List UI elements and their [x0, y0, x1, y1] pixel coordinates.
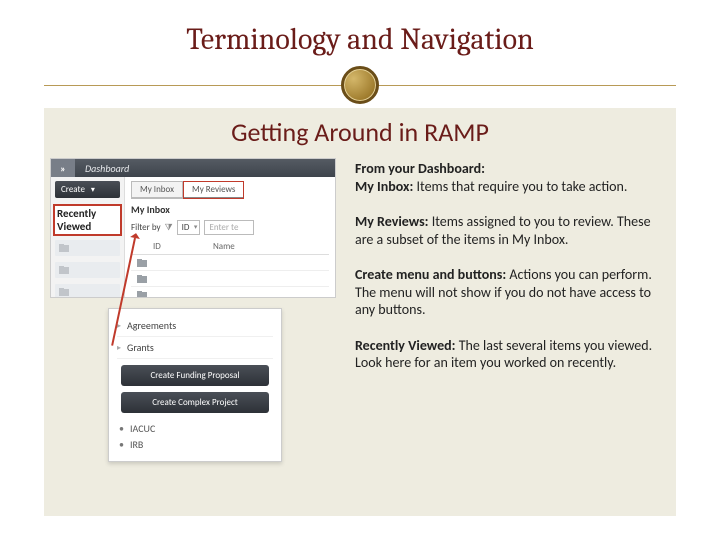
menu-cat-label: Agreements	[127, 319, 176, 332]
main-area: My Inbox My Reviews My Inbox Filter by ⧩…	[125, 177, 335, 297]
illustration-column: » Dashboard Create Recently Viewed	[50, 158, 345, 462]
expand-icon[interactable]: »	[51, 159, 75, 177]
menu-item-irb[interactable]: IRB	[117, 435, 273, 451]
create-button[interactable]: Create	[55, 181, 120, 198]
create-menu-screenshot: Agreements Grants Create Funding Proposa…	[108, 308, 282, 462]
para-create-menu: Create menu and buttons: Actions you can…	[355, 266, 656, 319]
para-key: Create menu and buttons:	[355, 266, 506, 283]
table-row[interactable]	[131, 255, 329, 271]
inbox-heading: My Inbox	[131, 203, 329, 216]
menu-item-label: IRB	[130, 438, 143, 451]
folder-icon	[136, 290, 148, 299]
topbar-dashboard[interactable]: Dashboard	[75, 162, 139, 175]
create-funding-proposal-button[interactable]: Create Funding Proposal	[121, 365, 269, 386]
folder-icon	[136, 274, 148, 284]
topbar: » Dashboard	[51, 159, 335, 177]
create-complex-project-button[interactable]: Create Complex Project	[121, 392, 269, 413]
table-row[interactable]	[131, 271, 329, 287]
para-recently-viewed: Recently Viewed: The last several items …	[355, 337, 656, 372]
divider	[44, 65, 676, 105]
text-column: From your Dashboard: My Inbox: Items tha…	[345, 158, 670, 462]
menu-item-label: IACUC	[130, 422, 155, 435]
para-lead: From your Dashboard:	[355, 160, 485, 177]
title-area: Terminology and Navigation	[0, 0, 720, 61]
content-columns: » Dashboard Create Recently Viewed	[44, 158, 676, 462]
slide: Terminology and Navigation Getting Aroun…	[0, 0, 720, 540]
para-key: My Reviews:	[355, 213, 429, 230]
para-my-reviews: My Reviews: Items assigned to you to rev…	[355, 213, 656, 248]
para-key: Recently Viewed:	[355, 337, 456, 354]
tabs: My Inbox My Reviews	[131, 181, 329, 199]
filter-field-select[interactable]: ID	[177, 220, 201, 235]
menu-category-agreements[interactable]: Agreements	[117, 315, 273, 337]
dashboard-body: Create Recently Viewed	[51, 177, 335, 297]
folder-icon	[58, 287, 70, 297]
filter-text-input[interactable]: Enter te	[204, 220, 254, 235]
recent-item[interactable]	[55, 284, 120, 298]
subtitle: Getting Around in RAMP	[44, 108, 676, 158]
folder-icon	[58, 265, 70, 275]
table-header: ID Name	[131, 241, 329, 255]
sidebar: Create Recently Viewed	[51, 177, 125, 297]
col-name[interactable]: Name	[213, 241, 235, 252]
funnel-icon[interactable]: ⧩	[165, 222, 173, 233]
para-key: My Inbox:	[355, 178, 413, 195]
menu-cat-label: Grants	[127, 341, 154, 354]
tab-my-reviews[interactable]: My Reviews	[183, 181, 244, 199]
menu-item-iacuc[interactable]: IACUC	[117, 419, 273, 435]
filter-bar: Filter by ⧩ ID Enter te	[131, 220, 329, 235]
page-title: Terminology and Navigation	[0, 22, 720, 57]
dashboard-screenshot: » Dashboard Create Recently Viewed	[50, 158, 336, 298]
seal-icon	[341, 66, 379, 104]
tab-my-inbox[interactable]: My Inbox	[131, 181, 183, 199]
recent-item[interactable]	[55, 240, 120, 256]
content-panel: Getting Around in RAMP » Dashboard Creat…	[44, 108, 676, 516]
menu-category-grants[interactable]: Grants	[117, 337, 273, 359]
recently-viewed-label[interactable]: Recently Viewed	[55, 206, 120, 234]
create-label: Create	[61, 184, 85, 195]
col-id[interactable]: ID	[153, 241, 213, 252]
recent-item[interactable]	[55, 262, 120, 278]
folder-icon	[136, 258, 148, 268]
table-row[interactable]	[131, 287, 329, 298]
para-dashboard: From your Dashboard: My Inbox: Items tha…	[355, 160, 656, 195]
para-text: Items that require you to take action.	[413, 178, 627, 195]
folder-icon	[58, 243, 70, 253]
